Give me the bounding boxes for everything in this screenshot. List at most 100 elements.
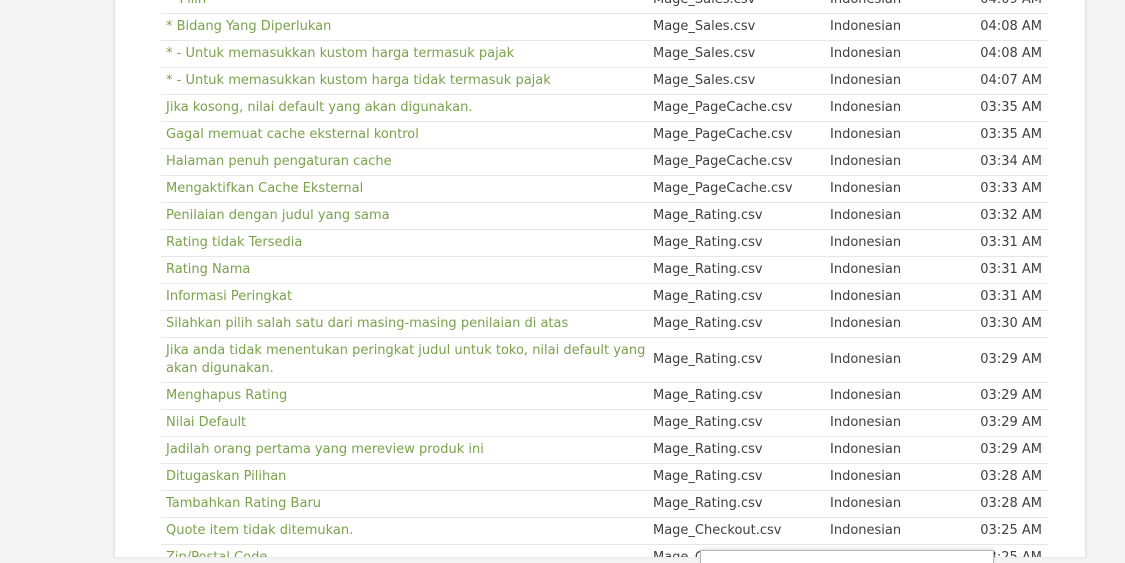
file-cell: Mage_Sales.csv	[653, 73, 756, 88]
table-row: Informasi Peringkat Mage_Rating.csv Indo…	[161, 284, 1048, 311]
language-cell: Indonesian	[830, 352, 902, 367]
table-row: Nilai Default Mage_Rating.csv Indonesian…	[161, 410, 1048, 437]
language-cell: Indonesian	[830, 235, 902, 250]
file-cell: Mage_PageCache.csv	[653, 100, 793, 115]
language-cell: Indonesian	[830, 523, 902, 538]
file-cell: Mage_PageCache.csv	[653, 181, 793, 196]
phrase-link[interactable]: Ditugaskan Pilihan	[161, 464, 648, 490]
file-cell: Mage_Rating.csv	[653, 415, 763, 430]
phrase-link[interactable]: * - Untuk memasukkan kustom harga tidak …	[161, 68, 648, 94]
table-row: Menghapus Rating Mage_Rating.csv Indones…	[161, 383, 1048, 410]
language-cell: Indonesian	[830, 262, 902, 277]
table-row: Jadilah orang pertama yang mereview prod…	[161, 437, 1048, 464]
file-cell: Mage_Rating.csv	[653, 442, 763, 457]
phrase-link[interactable]: Jika kosong, nilai default yang akan dig…	[161, 95, 648, 121]
language-cell: Indonesian	[830, 316, 902, 331]
content-panel: -- Pilih -- Mage_Sales.csv Indonesian 04…	[114, 0, 1086, 557]
phrase-link[interactable]: Quote item tidak ditemukan.	[161, 518, 648, 544]
time-cell: 03:33 AM	[980, 181, 1042, 196]
time-cell: 03:30 AM	[980, 316, 1042, 331]
time-cell: 03:29 AM	[980, 388, 1042, 403]
language-cell: Indonesian	[830, 289, 902, 304]
phrase-link[interactable]: -- Pilih --	[161, 0, 648, 13]
file-cell: Mage_Checkout.csv	[653, 523, 782, 538]
file-cell: Mage_Rating.csv	[653, 235, 763, 250]
table-row: Jika kosong, nilai default yang akan dig…	[161, 95, 1048, 122]
phrase-link[interactable]: Halaman penuh pengaturan cache	[161, 149, 648, 175]
phrase-link[interactable]: Rating tidak Tersedia	[161, 230, 648, 256]
time-cell: 03:29 AM	[980, 442, 1042, 457]
table-row: -- Pilih -- Mage_Sales.csv Indonesian 04…	[161, 0, 1048, 14]
table-row: Penilaian dengan judul yang sama Mage_Ra…	[161, 203, 1048, 230]
language-cell: Indonesian	[830, 181, 902, 196]
phrase-link[interactable]: Silahkan pilih salah satu dari masing-ma…	[161, 311, 648, 337]
table-row: Rating tidak Tersedia Mage_Rating.csv In…	[161, 230, 1048, 257]
time-cell: 03:35 AM	[980, 127, 1042, 142]
language-cell: Indonesian	[830, 154, 902, 169]
table-row: Silahkan pilih salah satu dari masing-ma…	[161, 311, 1048, 338]
table-row: Mengaktifkan Cache Eksternal Mage_PageCa…	[161, 176, 1048, 203]
phrase-link[interactable]: Rating Nama	[161, 257, 648, 283]
phrase-link[interactable]: Menghapus Rating	[161, 383, 648, 409]
phrase-link[interactable]: Penilaian dengan judul yang sama	[161, 203, 648, 229]
language-cell: Indonesian	[830, 127, 902, 142]
phrase-link[interactable]: * - Untuk memasukkan kustom harga termas…	[161, 41, 648, 67]
time-cell: 03:25 AM	[980, 523, 1042, 538]
file-cell: Mage_Sales.csv	[653, 46, 756, 61]
file-cell: Mage_PageCache.csv	[653, 154, 793, 169]
time-cell: 04:08 AM	[980, 46, 1042, 61]
time-cell: 03:29 AM	[980, 352, 1042, 367]
time-cell: 04:07 AM	[980, 73, 1042, 88]
language-cell: Indonesian	[830, 19, 902, 34]
time-cell: 03:35 AM	[980, 100, 1042, 115]
table-row: Halaman penuh pengaturan cache Mage_Page…	[161, 149, 1048, 176]
file-cell: Mage_Rating.csv	[653, 289, 763, 304]
time-cell: 03:31 AM	[980, 262, 1042, 277]
phrase-link[interactable]: Zip/Postal Code	[161, 545, 648, 557]
language-cell: Indonesian	[830, 469, 902, 484]
file-cell: Mage_PageCache.csv	[653, 127, 793, 142]
time-cell: 04:09 AM	[960, 0, 1048, 13]
language-cell: Indonesian	[830, 388, 902, 403]
language-cell: Indonesian	[830, 496, 902, 511]
translations-table: -- Pilih -- Mage_Sales.csv Indonesian 04…	[161, 0, 1048, 557]
time-cell: 03:28 AM	[980, 469, 1042, 484]
table-row: Rating Nama Mage_Rating.csv Indonesian 0…	[161, 257, 1048, 284]
time-cell: 03:34 AM	[980, 154, 1042, 169]
phrase-link[interactable]: Mengaktifkan Cache Eksternal	[161, 176, 648, 202]
table-row: Ditugaskan Pilihan Mage_Rating.csv Indon…	[161, 464, 1048, 491]
language-cell: Indonesian	[830, 442, 902, 457]
language-cell: Indonesian	[830, 208, 902, 223]
file-cell: Mage_Rating.csv	[653, 316, 763, 331]
phrase-link[interactable]: Informasi Peringkat	[161, 284, 648, 310]
time-cell: 04:08 AM	[980, 19, 1042, 34]
time-cell: 03:32 AM	[980, 208, 1042, 223]
language-cell: Indonesian	[825, 0, 960, 13]
table-row: Gagal memuat cache eksternal kontrol Mag…	[161, 122, 1048, 149]
file-cell: Mage_Rating.csv	[653, 388, 763, 403]
phrase-link[interactable]: Gagal memuat cache eksternal kontrol	[161, 122, 648, 148]
time-cell: 03:31 AM	[980, 289, 1042, 304]
file-cell: Mage_Rating.csv	[653, 496, 763, 511]
table-row: * Bidang Yang Diperlukan Mage_Sales.csv …	[161, 14, 1048, 41]
language-cell: Indonesian	[830, 415, 902, 430]
table-row: Quote item tidak ditemukan. Mage_Checkou…	[161, 518, 1048, 545]
language-cell: Indonesian	[830, 100, 902, 115]
time-cell: 03:31 AM	[980, 235, 1042, 250]
file-cell: Mage_Sales.csv	[653, 19, 756, 34]
file-cell: Mage_Rating.csv	[653, 352, 763, 367]
table-row: Jika anda tidak menentukan peringkat jud…	[161, 338, 1048, 383]
phrase-link[interactable]: * Bidang Yang Diperlukan	[161, 14, 648, 40]
file-cell: Mage_Rating.csv	[653, 469, 763, 484]
file-cell: Mage_Sales.csv	[648, 0, 825, 13]
phrase-link[interactable]: Jika anda tidak menentukan peringkat jud…	[161, 338, 648, 382]
table-row: * - Untuk memasukkan kustom harga tidak …	[161, 68, 1048, 95]
phrase-link[interactable]: Nilai Default	[161, 410, 648, 436]
phrase-link[interactable]: Jadilah orang pertama yang mereview prod…	[161, 437, 648, 463]
file-cell: Mage_Rating.csv	[653, 208, 763, 223]
language-cell: Indonesian	[830, 46, 902, 61]
table-row: Tambahkan Rating Baru Mage_Rating.csv In…	[161, 491, 1048, 518]
time-cell: 03:29 AM	[980, 415, 1042, 430]
language-cell: Indonesian	[830, 73, 902, 88]
phrase-link[interactable]: Tambahkan Rating Baru	[161, 491, 648, 517]
